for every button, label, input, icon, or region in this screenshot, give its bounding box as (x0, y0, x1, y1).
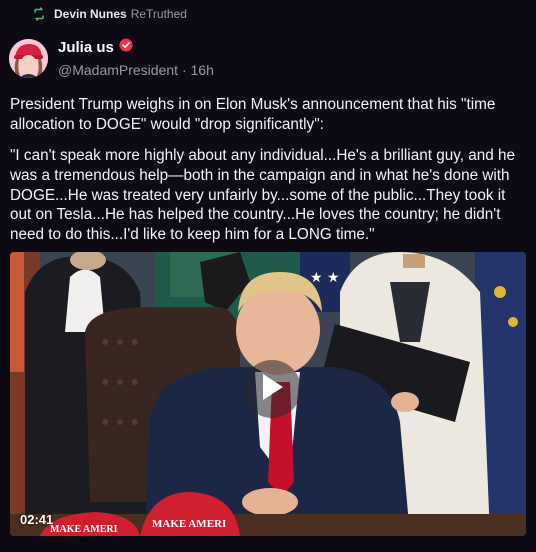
hat-text-right: MAKE AMERI (152, 518, 226, 530)
video-player[interactable]: ★ ★ MAKE AMERI MAKE AMERI 02:41 (10, 252, 526, 536)
post-author: Julia us @MadamPresident · 16h (58, 38, 214, 78)
avatar[interactable] (9, 39, 48, 78)
author-meta: @MadamPresident · 16h (58, 62, 214, 78)
retruth-action-label: ReTruthed (130, 7, 187, 21)
post-paragraph-1: President Trump weighs in on Elon Musk's… (10, 96, 496, 133)
author-handle[interactable]: @MadamPresident (58, 62, 178, 78)
retruth-user[interactable]: Devin Nunes (54, 7, 127, 21)
post-time[interactable]: 16h (191, 62, 214, 78)
video-duration: 02:41 (20, 512, 54, 527)
post-paragraph-2: "I can't speak more highly about any ind… (10, 147, 516, 244)
play-button[interactable] (243, 360, 301, 418)
retruth-icon (32, 7, 46, 21)
svg-text:★ ★: ★ ★ (310, 270, 340, 286)
hat-text-left: MAKE AMERI (50, 524, 118, 535)
retruth-header: Devin Nunes ReTruthed (32, 6, 187, 22)
play-icon (259, 372, 285, 407)
author-name[interactable]: Julia us (58, 39, 114, 56)
verified-badge-icon (119, 38, 133, 57)
meta-separator: · (181, 62, 187, 78)
